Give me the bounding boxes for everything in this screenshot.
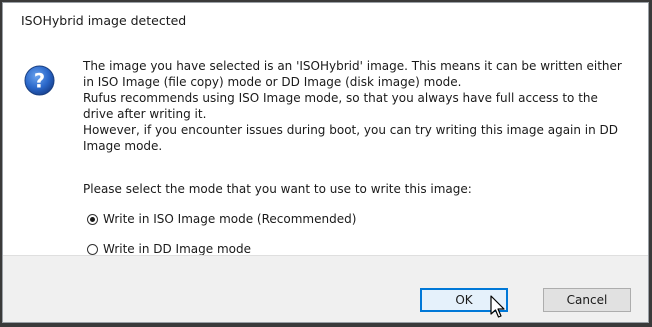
dd-mode-radio[interactable] — [87, 243, 98, 255]
button-bar: OK Cancel — [3, 255, 648, 322]
question-icon: ? — [24, 65, 55, 96]
message-line: Rufus recommends using ISO Image mode, s… — [83, 91, 598, 105]
svg-text:?: ? — [34, 69, 45, 92]
mouse-pointer-icon — [490, 295, 505, 318]
iso-mode-label[interactable]: Write in ISO Image mode (Recommended) — [103, 212, 356, 226]
isohybrid-dialog: ISOHybrid image detected ? The image you… — [2, 2, 649, 323]
dd-mode-label[interactable]: Write in DD Image mode — [103, 242, 251, 256]
message-line: drive after writing it. — [83, 107, 207, 121]
title-bar: ISOHybrid image detected — [3, 3, 648, 39]
iso-mode-option[interactable]: Write in ISO Image mode (Recommended) — [87, 212, 356, 226]
screen: ISOHybrid image detected ? The image you… — [0, 0, 652, 327]
dialog-content: ? The image you have selected is an 'ISO… — [3, 39, 648, 256]
dialog-title: ISOHybrid image detected — [21, 13, 187, 28]
message-text: The image you have selected is an 'ISOHy… — [83, 58, 638, 154]
mode-prompt: Please select the mode that you want to … — [83, 182, 472, 196]
message-line: The image you have selected is an 'ISOHy… — [83, 59, 622, 73]
dd-mode-option[interactable]: Write in DD Image mode — [87, 242, 251, 256]
message-line: However, if you encounter issues during … — [83, 123, 619, 137]
cancel-button[interactable]: Cancel — [543, 288, 631, 312]
message-line: Image mode. — [83, 139, 163, 153]
message-line: in ISO Image (file copy) mode or DD Imag… — [83, 75, 462, 89]
iso-mode-radio[interactable] — [87, 213, 98, 225]
